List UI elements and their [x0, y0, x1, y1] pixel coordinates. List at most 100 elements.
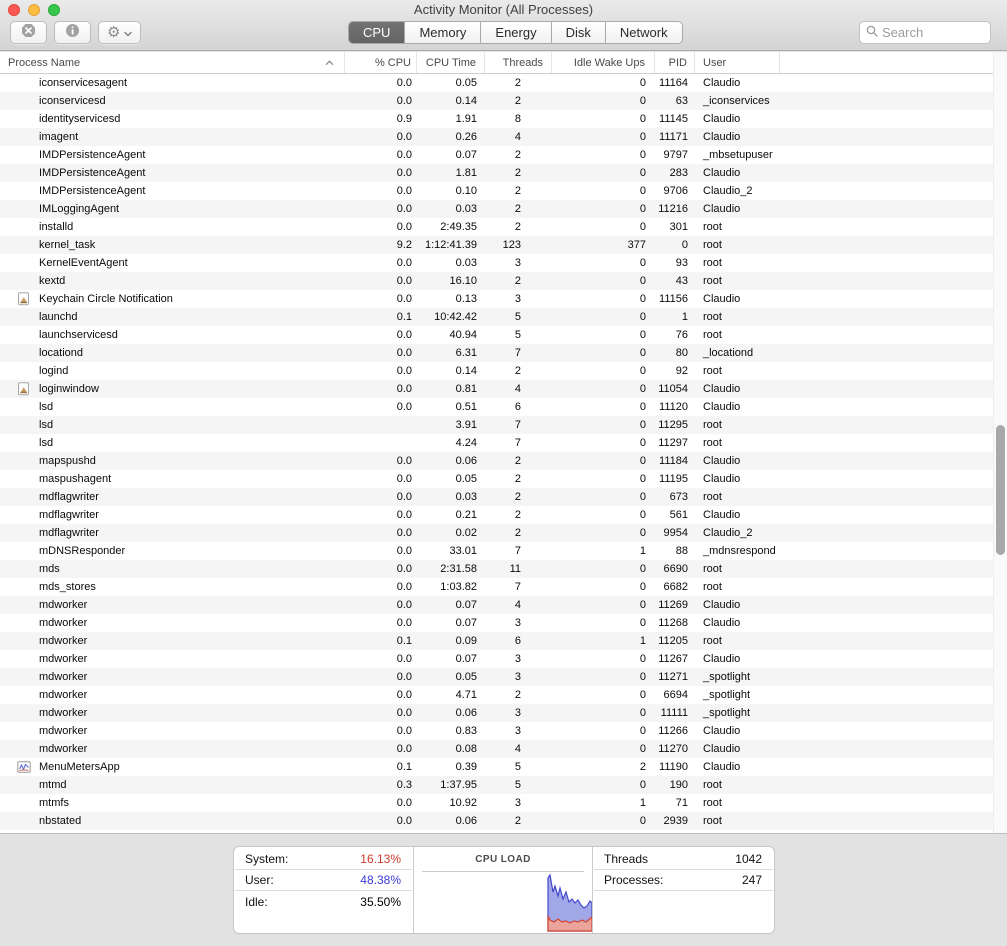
search-icon: [866, 24, 878, 42]
process-icon: [17, 436, 31, 450]
table-row[interactable]: imagent 0.0 0.26 4 0 11171 Claudio: [0, 128, 1007, 146]
table-row[interactable]: identityservicesd 0.9 1.91 8 0 11145 Cla…: [0, 110, 1007, 128]
cpu-load-chart: [547, 873, 592, 932]
cpu-time-cell: 0.26: [455, 131, 477, 143]
table-row[interactable]: IMDPersistenceAgent 0.0 0.07 2 0 9797 _m…: [0, 146, 1007, 164]
table-row[interactable]: iconservicesd 0.0 0.14 2 0 63 _iconservi…: [0, 92, 1007, 110]
cpu-time-cell: 1:03.82: [440, 581, 477, 593]
table-row[interactable]: mdflagwriter 0.0 0.03 2 0 673 root: [0, 488, 1007, 506]
table-row[interactable]: mdworker 0.1 0.09 6 1 11205 root: [0, 632, 1007, 650]
table-row[interactable]: maspushagent 0.0 0.05 2 0 11195 Claudio: [0, 470, 1007, 488]
cpu-time-cell: 0.07: [455, 599, 477, 611]
table-row[interactable]: mdworker 0.0 0.07 3 0 11267 Claudio: [0, 650, 1007, 668]
tab-energy[interactable]: Energy: [481, 22, 552, 43]
table-row[interactable]: kextd 0.0 16.10 2 0 43 root: [0, 272, 1007, 290]
pid-cell: 11205: [658, 635, 688, 647]
column-header-user[interactable]: User: [695, 52, 780, 73]
table-row[interactable]: mdworker 0.0 4.71 2 0 6694 _spotlight: [0, 686, 1007, 704]
idle-wake-ups-cell: 0: [639, 257, 646, 269]
table-row[interactable]: iconservicesagent 0.0 0.05 2 0 11164 Cla…: [0, 74, 1007, 92]
settings-button[interactable]: ⚙: [98, 21, 142, 44]
table-row[interactable]: mtmfs 0.0 10.92 3 1 71 root: [0, 794, 1007, 812]
pid-cell: 11171: [659, 131, 688, 143]
minimize-window-button[interactable]: [28, 4, 40, 16]
idle-wake-ups-cell: 0: [639, 149, 646, 161]
table-row[interactable]: nbstated 0.0 0.06 2 0 2939 root: [0, 812, 1007, 830]
column-header-process-name[interactable]: Process Name: [0, 52, 345, 73]
table-row[interactable]: mtmd 0.3 1:37.95 5 0 190 root: [0, 776, 1007, 794]
table-row[interactable]: mDNSResponder 0.0 33.01 7 1 88 _mdnsresp…: [0, 542, 1007, 560]
table-row[interactable]: lsd 3.91 7 0 11295 root: [0, 416, 1007, 434]
scrollbar-thumb[interactable]: [996, 425, 1005, 555]
cpu-load-panel: CPU LOAD: [414, 847, 593, 933]
table-row[interactable]: mdflagwriter 0.0 0.02 2 0 9954 Claudio_2: [0, 524, 1007, 542]
table-row[interactable]: launchd 0.1 10:42.42 5 0 1 root: [0, 308, 1007, 326]
table-row[interactable]: mdflagwriter 0.0 0.21 2 0 561 Claudio: [0, 506, 1007, 524]
table-row[interactable]: mdworker 0.0 0.08 4 0 11270 Claudio: [0, 740, 1007, 758]
cpu-time-cell: 0.14: [455, 365, 477, 377]
cpu-percent-cell: 0.0: [396, 95, 412, 107]
table-row[interactable]: loginwindow 0.0 0.81 4 0 11054 Claudio: [0, 380, 1007, 398]
column-header-pid[interactable]: PID: [655, 52, 695, 73]
process-name-cell: mdflagwriter: [0, 488, 345, 506]
process-name: iconservicesagent: [39, 77, 128, 89]
column-header-cpu-time[interactable]: CPU Time: [417, 52, 485, 73]
table-row[interactable]: IMDPersistenceAgent 0.0 1.81 2 0 283 Cla…: [0, 164, 1007, 182]
table-row[interactable]: mdworker 0.0 0.05 3 0 11271 _spotlight: [0, 668, 1007, 686]
tab-disk[interactable]: Disk: [552, 22, 606, 43]
user-cell: Claudio: [703, 131, 741, 143]
threads-cell: 2: [514, 815, 521, 827]
search-field[interactable]: [859, 21, 991, 44]
threads-cell: 3: [514, 293, 521, 305]
process-name: lsd: [39, 401, 54, 413]
pid-cell: 9954: [663, 527, 688, 539]
table-row[interactable]: lsd 0.0 0.51 6 0 11120 Claudio: [0, 398, 1007, 416]
titlebar[interactable]: Activity Monitor (All Processes): [0, 0, 1007, 19]
table-row[interactable]: mapspushd 0.0 0.06 2 0 11184 Claudio: [0, 452, 1007, 470]
threads-cell: 2: [514, 185, 521, 197]
search-input[interactable]: [882, 25, 984, 40]
table-row[interactable]: kernel_task 9.2 1:12:41.39 123 377 0 roo…: [0, 236, 1007, 254]
cpu-percent-cell: 0.0: [396, 167, 412, 179]
table-row[interactable]: mdworker 0.0 0.83 3 0 11266 Claudio: [0, 722, 1007, 740]
zoom-window-button[interactable]: [48, 4, 60, 16]
tab-memory[interactable]: Memory: [405, 22, 482, 43]
threads-label: Threads: [604, 852, 649, 866]
table-row[interactable]: lsd 4.24 7 0 11297 root: [0, 434, 1007, 452]
column-header-threads[interactable]: Threads: [485, 52, 552, 73]
tab-cpu[interactable]: CPU: [349, 22, 406, 43]
user-cell: Claudio_2: [703, 527, 753, 539]
pid-cell: 11184: [659, 455, 688, 467]
threads-cell: 6: [514, 635, 521, 647]
table-row[interactable]: installd 0.0 2:49.35 2 0 301 root: [0, 218, 1007, 236]
cpu-percent-cell: 0.0: [396, 797, 412, 809]
table-row[interactable]: mdworker 0.0 0.06 3 0 11111 _spotlight: [0, 704, 1007, 722]
user-cell: Claudio: [703, 401, 741, 413]
table-row[interactable]: Keychain Circle Notification 0.0 0.13 3 …: [0, 290, 1007, 308]
quit-process-button[interactable]: [10, 21, 47, 44]
table-row[interactable]: KernelEventAgent 0.0 0.03 3 0 93 root: [0, 254, 1007, 272]
table-row[interactable]: MenuMetersApp 0.1 0.39 5 2 11190 Claudio: [0, 758, 1007, 776]
process-icon: [17, 634, 31, 648]
table-row[interactable]: IMDPersistenceAgent 0.0 0.10 2 0 9706 Cl…: [0, 182, 1007, 200]
table-row[interactable]: mdworker 0.0 0.07 4 0 11269 Claudio: [0, 596, 1007, 614]
inspect-icon: [65, 23, 80, 43]
close-window-button[interactable]: [8, 4, 20, 16]
process-icon: [17, 616, 31, 630]
table-row[interactable]: locationd 0.0 6.31 7 0 80 _locationd: [0, 344, 1007, 362]
table-row[interactable]: mds 0.0 2:31.58 11 0 6690 root: [0, 560, 1007, 578]
table-row[interactable]: mds_stores 0.0 1:03.82 7 0 6682 root: [0, 578, 1007, 596]
process-name-cell: iconservicesagent: [0, 74, 345, 92]
inspect-button[interactable]: [54, 21, 91, 44]
column-header-cpu[interactable]: % CPU: [345, 52, 417, 73]
tab-network[interactable]: Network: [606, 22, 682, 43]
process-name: mtmfs: [39, 797, 69, 809]
column-header-idle-wake-ups[interactable]: Idle Wake Ups: [552, 52, 655, 73]
table-row[interactable]: IMLoggingAgent 0.0 0.03 2 0 11216 Claudi…: [0, 200, 1007, 218]
table-row[interactable]: logind 0.0 0.14 2 0 92 root: [0, 362, 1007, 380]
vertical-scrollbar[interactable]: [993, 52, 1007, 833]
threads-cell: 2: [514, 365, 521, 377]
process-name: mDNSResponder: [39, 545, 126, 557]
table-row[interactable]: mdworker 0.0 0.07 3 0 11268 Claudio: [0, 614, 1007, 632]
table-row[interactable]: launchservicesd 0.0 40.94 5 0 76 root: [0, 326, 1007, 344]
